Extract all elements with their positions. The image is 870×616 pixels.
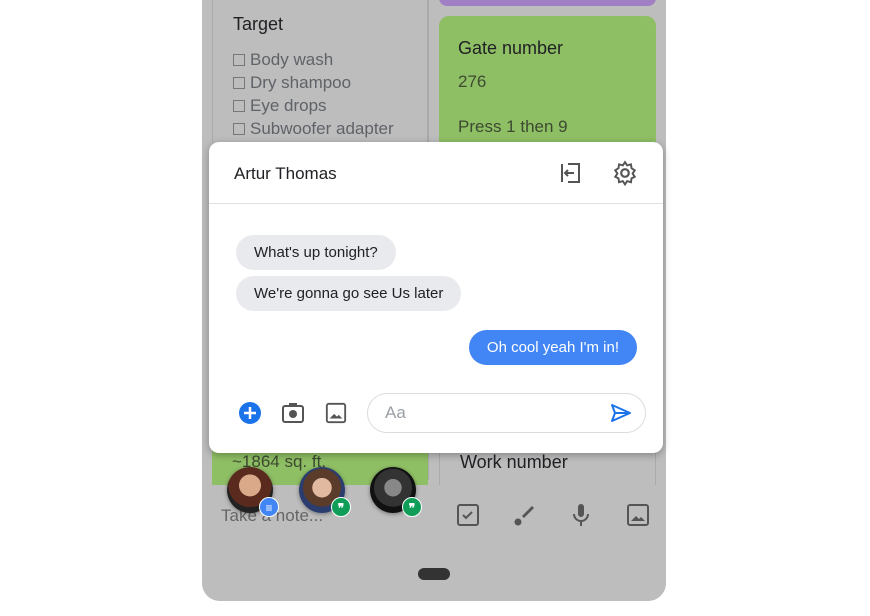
hangouts-badge-icon: ❞ (331, 497, 351, 517)
chat-head-contact-3[interactable]: ❞ (370, 467, 422, 517)
microphone-icon[interactable] (569, 502, 593, 528)
contact-name: Artur Thomas (234, 164, 337, 183)
message-incoming: We're gonna go see Us later (236, 276, 462, 311)
image-icon[interactable] (626, 503, 650, 527)
note-title: Target (233, 14, 284, 34)
note-title: Gate number (458, 38, 564, 58)
checklist-item[interactable]: Eye drops (233, 94, 394, 117)
note-purple[interactable] (439, 0, 656, 6)
hangouts-badge-icon: ❞ (402, 497, 422, 517)
message-incoming: What's up tonight? (236, 235, 396, 270)
exit-icon[interactable] (559, 161, 583, 185)
message-input-placeholder: Aa (385, 403, 406, 422)
messages-badge-icon: ≡ (259, 497, 279, 517)
chat-head-artur[interactable]: ≡ (227, 467, 279, 517)
checklist: Body wash Dry shampoo Eye drops Subwoofe… (233, 48, 394, 140)
checklist-item[interactable]: Body wash (233, 48, 394, 71)
checkbox-icon[interactable] (233, 77, 245, 89)
note-text: 276 (458, 72, 487, 91)
checkbox-icon[interactable] (456, 503, 480, 527)
checkbox-icon[interactable] (233, 54, 245, 66)
chat-dialog: Artur Thomas What's up tonight? We're go… (209, 142, 663, 453)
chat-head-contact-2[interactable]: ❞ (299, 467, 351, 517)
gallery-icon[interactable] (325, 402, 347, 424)
message-outgoing: Oh cool yeah I'm in! (468, 330, 637, 365)
settings-gear-icon[interactable] (612, 160, 638, 186)
checkbox-icon[interactable] (233, 123, 245, 135)
note-text: Press 1 then 9 (458, 117, 568, 136)
checklist-item[interactable]: Dry shampoo (233, 71, 394, 94)
camera-icon[interactable] (281, 401, 305, 425)
message-input[interactable]: Aa (367, 393, 646, 433)
brush-icon[interactable] (512, 503, 536, 527)
note-title: Work number (460, 452, 568, 472)
header-divider (209, 203, 663, 204)
home-handle[interactable] (418, 568, 450, 580)
send-icon[interactable] (610, 403, 632, 423)
add-icon[interactable] (238, 401, 262, 425)
checklist-item[interactable]: Subwoofer adapter (233, 117, 394, 140)
note-target[interactable]: Target Body wash Dry shampoo Eye drops S… (212, 0, 428, 150)
checkbox-icon[interactable] (233, 100, 245, 112)
